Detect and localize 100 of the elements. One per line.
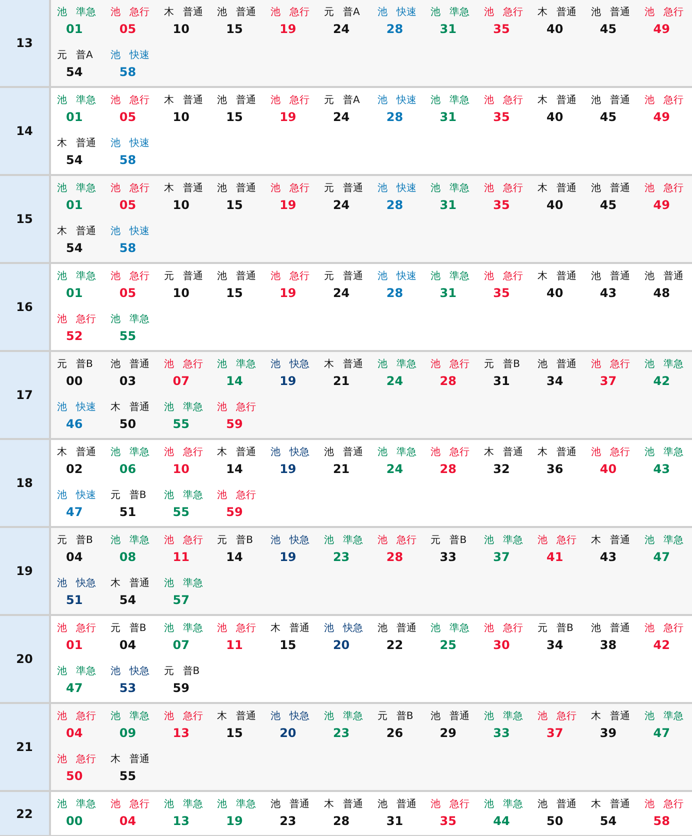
destination-label: 池 [270, 182, 281, 196]
train-type-label: 普B [396, 710, 414, 724]
destination-label: 池 [484, 798, 494, 812]
departure-minute: 33 [440, 549, 456, 566]
destination-label: 池 [324, 534, 334, 548]
destination-label: 木 [164, 182, 174, 196]
train-type-label: 快速 [396, 270, 416, 284]
train-type-label: 普通 [396, 622, 416, 636]
departure-minute: 28 [386, 109, 404, 126]
train-type-label: 急行 [503, 94, 524, 108]
departure-minute: 58 [653, 813, 670, 830]
destination-label: 池 [538, 534, 548, 548]
departure-minute: 35 [493, 21, 510, 38]
destination-label: 元 [324, 6, 334, 20]
train-type-label: 普通 [450, 710, 470, 724]
destination-label: 木 [538, 446, 548, 460]
destination-label: 池 [217, 798, 228, 812]
train-type-label: 急行 [129, 270, 150, 284]
destination-label: 池 [538, 710, 548, 724]
train-type-label: 準急 [129, 446, 150, 460]
departure-minute: 15 [226, 285, 243, 302]
departure-minute: 10 [172, 461, 190, 478]
destination-label: 池 [644, 710, 654, 724]
train-type-label: 快急 [76, 577, 96, 591]
destination-label: 池 [484, 6, 494, 20]
train-type-label: 準急 [76, 665, 96, 679]
departure-minute: 14 [226, 461, 243, 478]
train-type-label: 普通 [182, 182, 203, 196]
destination-label: 池 [164, 710, 174, 724]
train-type-label: 急行 [76, 753, 96, 767]
train-type-label: 普B [450, 534, 467, 548]
train-type-label: 準急 [76, 798, 96, 812]
departure-minute: 34 [546, 373, 564, 390]
departure-minute: 20 [332, 637, 350, 654]
train-type-label: 普通 [610, 798, 630, 812]
departure-minute: 40 [546, 109, 564, 126]
departure-minute: 01 [66, 637, 83, 654]
train-type-label: 急行 [129, 6, 150, 20]
train-type-label: 急行 [663, 6, 684, 20]
destination-label: 木 [57, 446, 67, 460]
train-type-label: 普B [182, 665, 200, 679]
destination-label: 木 [324, 358, 334, 372]
departure-minute: 57 [172, 592, 190, 609]
destination-label: 池 [377, 358, 388, 372]
destination-label: 元 [324, 182, 334, 196]
destination-label: 池 [644, 6, 654, 20]
destination-label: 池 [110, 49, 120, 63]
train-type-label: 急行 [663, 622, 684, 636]
train-type-label: 急行 [503, 182, 524, 196]
destination-label: 木 [110, 753, 120, 767]
train-type-label: 快速 [76, 489, 96, 503]
destination-label: 池 [590, 446, 601, 460]
train-type-label: 急行 [182, 534, 203, 548]
destination-label: 元 [377, 710, 388, 724]
destination-label: 池 [377, 798, 388, 812]
departure-minute: 35 [493, 285, 510, 302]
train-type-label: 普通 [610, 6, 630, 20]
train-type-label: 急行 [236, 401, 256, 415]
destination-label: 池 [270, 6, 281, 20]
destination-label: 元 [57, 49, 67, 63]
destination-label: 池 [217, 270, 228, 284]
train-type-label: 準急 [503, 534, 524, 548]
destination-label: 池 [590, 622, 601, 636]
train-type-label: 普通 [610, 534, 630, 548]
train-type-label: 急行 [450, 798, 470, 812]
departure-minute: 54 [66, 240, 83, 257]
destination-label: 池 [164, 446, 174, 460]
departure-minute: 15 [280, 637, 296, 654]
train-type-label: 快速 [396, 182, 416, 196]
hour-label: 15 [16, 211, 33, 228]
destination-label: 池 [430, 6, 441, 20]
departure-minute: 15 [226, 109, 243, 126]
departure-minute: 32 [493, 461, 510, 478]
departure-minute: 19 [280, 197, 296, 214]
departure-minute: 48 [653, 285, 670, 302]
destination-label: 池 [110, 137, 120, 151]
departure-minute: 07 [172, 637, 190, 654]
destination-label: 木 [590, 710, 601, 724]
departure-minute: 24 [386, 461, 404, 478]
departure-minute: 00 [66, 813, 83, 830]
departure-minute: 49 [653, 21, 670, 38]
train-type-label: 普通 [129, 577, 150, 591]
train-type-label: 急行 [503, 270, 524, 284]
departure-minute: 19 [280, 285, 296, 302]
train-type-label: 普通 [610, 710, 630, 724]
departure-minute: 59 [226, 504, 243, 521]
destination-label: 木 [324, 798, 334, 812]
destination-label: 木 [484, 446, 494, 460]
destination-label: 池 [164, 401, 174, 415]
departure-minute: 05 [119, 109, 136, 126]
train-type-label: 普通 [76, 137, 96, 151]
departure-minute: 24 [386, 373, 404, 390]
destination-label: 木 [110, 401, 120, 415]
departure-minute: 19 [280, 549, 296, 566]
departure-minute: 31 [440, 21, 456, 38]
departure-minute: 33 [493, 725, 510, 742]
train-type-label: 快速 [76, 401, 96, 415]
train-type-label: 普通 [290, 798, 310, 812]
departure-minute: 31 [440, 109, 456, 126]
destination-label: 池 [538, 358, 548, 372]
